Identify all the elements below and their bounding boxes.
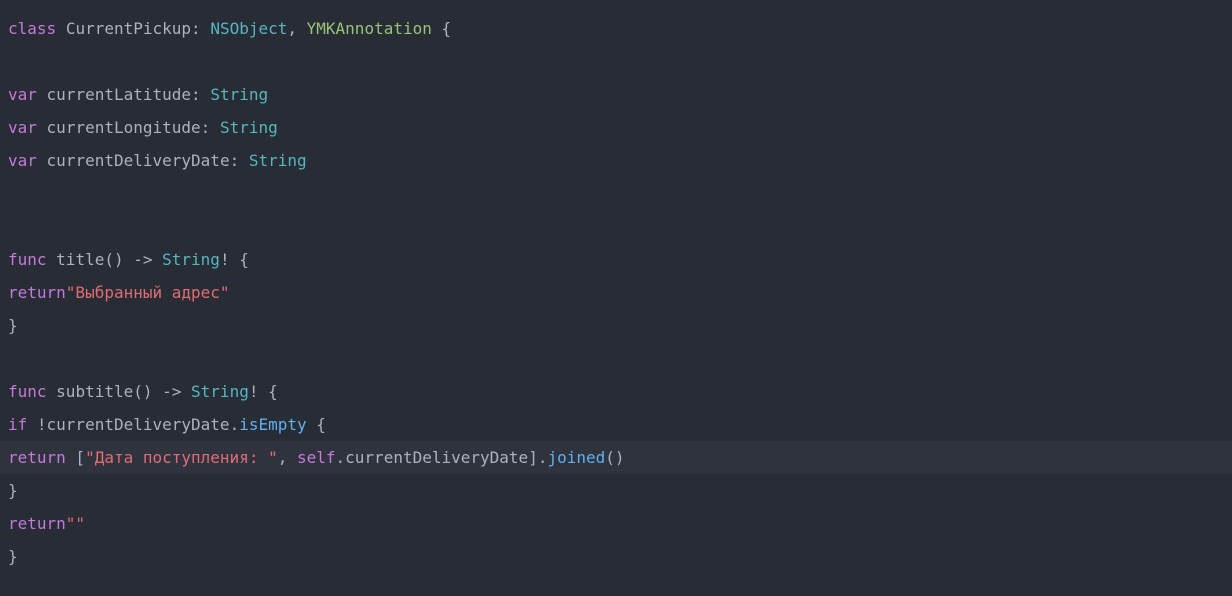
var-name: currentDeliveryDate	[37, 148, 230, 174]
keyword-self: self	[297, 445, 336, 471]
keyword-class: class	[8, 16, 56, 42]
var-name: currentLatitude	[37, 82, 191, 108]
type-string: String	[162, 247, 220, 273]
string-literal: ""	[66, 511, 85, 537]
type-string: String	[191, 379, 249, 405]
code-line: }	[0, 309, 1232, 342]
code-line: return "Выбранный адрес"	[0, 276, 1232, 309]
string-literal: "Выбранный адрес"	[66, 280, 230, 306]
func-name: title	[47, 247, 105, 273]
var-name: currentLongitude	[37, 115, 201, 141]
keyword-if: if	[8, 412, 27, 438]
keyword-func: func	[8, 247, 47, 273]
var-ref: currentDeliveryDate	[47, 412, 230, 438]
code-line: if !currentDeliveryDate.isEmpty {	[0, 408, 1232, 441]
brace-close: }	[8, 478, 18, 504]
code-line: func title() -> String! {	[0, 243, 1232, 276]
keyword-var: var	[8, 148, 37, 174]
code-line-blank	[0, 177, 1232, 210]
keyword-return: return	[8, 445, 66, 471]
brace-close: }	[8, 544, 18, 570]
code-line: return ""	[0, 507, 1232, 540]
code-line: var currentLongitude: String	[0, 111, 1232, 144]
type-ymkannotation: YMKAnnotation	[307, 16, 432, 42]
code-line: }	[0, 540, 1232, 573]
code-line-blank	[0, 45, 1232, 78]
string-literal: "Дата поступления: "	[85, 445, 278, 471]
code-line-blank	[0, 342, 1232, 375]
keyword-var: var	[8, 82, 37, 108]
property-isempty: isEmpty	[239, 412, 306, 438]
keyword-func: func	[8, 379, 47, 405]
method-joined: joined	[547, 445, 605, 471]
code-line: var currentLatitude: String	[0, 78, 1232, 111]
func-name: subtitle	[47, 379, 134, 405]
type-string: String	[220, 115, 278, 141]
type-string: String	[249, 148, 307, 174]
type-nsobject: NSObject	[210, 16, 287, 42]
keyword-return: return	[8, 280, 66, 306]
code-line: func subtitle() -> String! {	[0, 375, 1232, 408]
code-line-blank	[0, 210, 1232, 243]
keyword-return: return	[8, 511, 66, 537]
type-string: String	[210, 82, 268, 108]
code-line: var currentDeliveryDate: String	[0, 144, 1232, 177]
brace-close: }	[8, 313, 18, 339]
class-name: CurrentPickup	[56, 16, 191, 42]
var-ref: currentDeliveryDate	[345, 445, 528, 471]
keyword-var: var	[8, 115, 37, 141]
code-line-highlighted: return ["Дата поступления: ", self.curre…	[0, 441, 1232, 474]
code-editor[interactable]: class CurrentPickup: NSObject, YMKAnnota…	[0, 12, 1232, 573]
code-line: class CurrentPickup: NSObject, YMKAnnota…	[0, 12, 1232, 45]
code-line: }	[0, 474, 1232, 507]
